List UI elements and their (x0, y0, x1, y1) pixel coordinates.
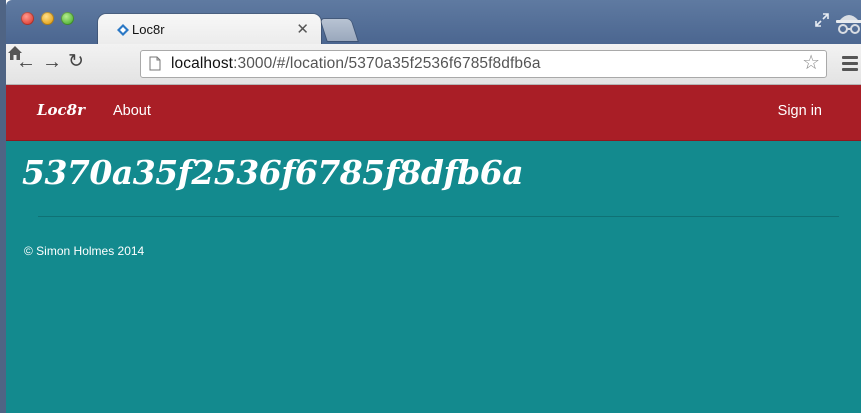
incognito-icon (836, 15, 861, 34)
browser-titlebar: Loc8r ✕ (6, 0, 861, 44)
reload-icon[interactable]: ↻ (68, 52, 84, 72)
url-text[interactable]: localhost:3000/#/location/5370a35f2536f6… (171, 55, 541, 73)
menu-icon[interactable] (842, 56, 858, 71)
browser-tab[interactable]: Loc8r ✕ (98, 14, 321, 44)
new-tab-button[interactable] (320, 19, 358, 41)
nav-link-sign-in[interactable]: Sign in (778, 103, 822, 119)
nav-link-about[interactable]: About (113, 103, 151, 119)
window-close-button[interactable] (21, 12, 34, 25)
window-minimize-button[interactable] (41, 12, 54, 25)
tab-title: Loc8r (132, 22, 165, 37)
close-icon[interactable]: ✕ (296, 20, 309, 38)
page-title: 5370a35f2536f6785f8dfb6a (22, 153, 524, 192)
address-bar[interactable]: localhost:3000/#/location/5370a35f2536f6… (140, 50, 827, 78)
url-host: localhost (171, 55, 234, 72)
forward-arrow-icon[interactable]: → (42, 52, 62, 72)
fullscreen-icon[interactable] (814, 12, 830, 28)
back-arrow-icon[interactable]: ← (16, 52, 36, 72)
url-path: :3000/#/location/5370a35f2536f6785f8dfb6… (233, 55, 541, 72)
loc8r-favicon-icon (117, 24, 129, 36)
browser-toolbar: ← → ↻ localhost:3000/#/location/5370a35f… (6, 44, 861, 85)
page-icon (149, 56, 161, 71)
window-zoom-button[interactable] (61, 12, 74, 25)
footer-copyright: © Simon Holmes 2014 (24, 244, 145, 258)
site-navbar: Loc8r About Sign in (6, 85, 861, 141)
brand-logo[interactable]: Loc8r (37, 101, 85, 119)
divider (38, 216, 839, 217)
page-body: Loc8r About Sign in 5370a35f2536f6785f8d… (6, 85, 861, 413)
star-icon[interactable]: ☆ (802, 53, 820, 73)
